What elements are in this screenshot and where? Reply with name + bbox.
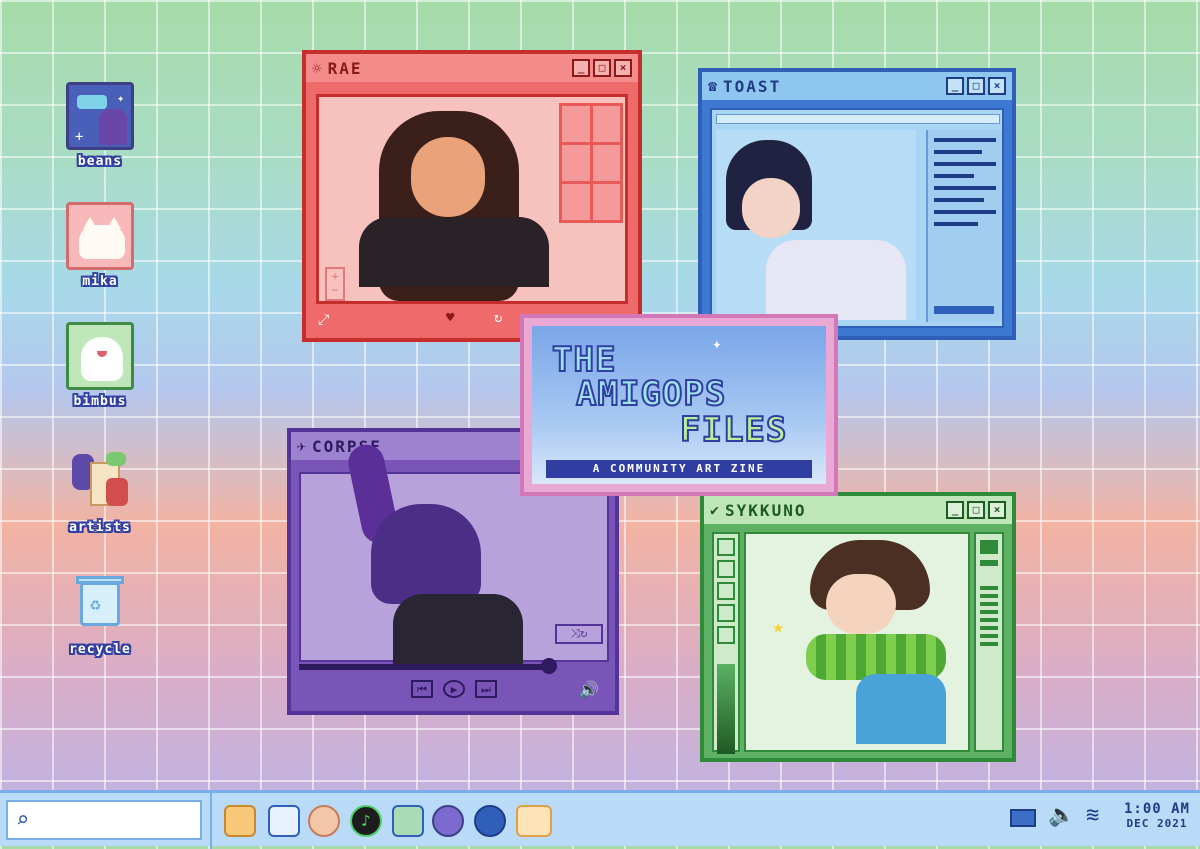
clock[interactable]: 1:00 AM DEC 2021 — [1122, 801, 1192, 830]
desktop-icon-beans[interactable]: ✦ + beans — [52, 82, 148, 169]
desktop-icon-label: artists — [69, 520, 131, 535]
taskbar-divider — [210, 793, 212, 849]
chat-list-icon[interactable] — [268, 805, 300, 837]
clock-date: DEC 2021 — [1126, 817, 1188, 830]
desktop-icon-artists[interactable]: artists — [52, 448, 148, 535]
window-title: RAE — [327, 58, 363, 78]
desktop-icon-bimbus[interactable]: bimbus — [52, 322, 148, 409]
window-toast[interactable]: ☎ TOAST _ □ × — [698, 68, 1016, 340]
progress-bar[interactable] — [299, 664, 551, 670]
layers-panel[interactable] — [974, 532, 1004, 752]
paint-palette-icon[interactable] — [308, 805, 340, 837]
character-sweater — [856, 674, 946, 744]
side-list[interactable] — [926, 130, 1002, 322]
phone-icon: ☎ — [708, 77, 718, 95]
refresh-icon[interactable]: ↻ — [494, 310, 502, 326]
wifi-icon[interactable]: ≋ — [1086, 803, 1099, 828]
player-controls: ⏮ ▶ ⏭ — [411, 680, 497, 698]
zine-title-line2: AMIGOPS — [575, 373, 727, 415]
previous-icon[interactable]: ⏮ — [411, 680, 433, 698]
desktop-icon-label: mika — [82, 274, 118, 289]
zine-sky-panel: THE AMIGOPS FILES ✦ A COMMUNITY ART ZINE — [532, 326, 826, 484]
white-cat-icon — [66, 202, 134, 270]
character-face — [742, 178, 800, 238]
image-viewer-icon[interactable] — [392, 805, 424, 837]
close-button[interactable]: × — [988, 501, 1006, 519]
battery-icon[interactable] — [1010, 809, 1036, 827]
beans-bunny-icon: ✦ + — [66, 82, 134, 150]
notes-icon[interactable] — [516, 805, 552, 837]
canvas-area: + − — [316, 94, 628, 304]
minimize-button[interactable]: _ — [946, 501, 964, 519]
shuffle-repeat-icon[interactable]: ⤨↻ — [555, 624, 603, 644]
volume-icon[interactable]: 🔊 — [579, 680, 599, 699]
video-area: ⤨↻ — [299, 441, 609, 664]
play-icon[interactable]: ▶ — [443, 680, 465, 698]
close-button[interactable]: × — [614, 59, 632, 77]
expand-icon[interactable]: ⤢ — [318, 312, 329, 328]
shooting-star-icon: ✦ — [712, 334, 722, 353]
star-icon: ★ — [772, 614, 785, 638]
zine-title-line3: FILES — [679, 409, 788, 451]
volume-icon[interactable]: 🔈 — [1048, 803, 1075, 828]
minimize-button[interactable]: _ — [946, 77, 964, 95]
clock-time: 1:00 AM — [1123, 801, 1190, 817]
window-title: SYKKUNO — [725, 500, 807, 520]
progress-handle[interactable] — [541, 658, 557, 674]
drawing-canvas: ★ — [744, 532, 970, 752]
tool-palette[interactable] — [712, 532, 740, 754]
bimbus-bird-icon — [66, 322, 134, 390]
sun-icon: ☼ — [312, 58, 322, 78]
zoom-control[interactable]: + − — [325, 267, 345, 301]
title-bar[interactable]: ☼ RAE _ □ × — [306, 54, 638, 82]
desktop-icon-recycle[interactable]: ♻ recycle — [52, 570, 148, 657]
search-icon: ⌕ — [16, 808, 30, 833]
folder-icon[interactable] — [224, 805, 256, 837]
window-rae[interactable]: ☼ RAE _ □ × + − ⤢ ♥ ↻ — [302, 50, 642, 342]
next-icon[interactable]: ⏭ — [475, 680, 497, 698]
messenger-icon[interactable] — [432, 805, 464, 837]
music-icon[interactable]: ♪ — [350, 805, 382, 837]
character-hoodie — [359, 217, 549, 287]
character-jacket — [766, 240, 906, 320]
game-controller-icon[interactable] — [474, 805, 506, 837]
taskbar: ⌕ ♪ 🔈 ≋ 1:00 AM DEC 2021 — [0, 790, 1200, 849]
content-pane — [716, 130, 916, 320]
sticker-grid[interactable] — [559, 103, 623, 223]
minimize-button[interactable]: _ — [572, 59, 590, 77]
search-box[interactable]: ⌕ — [6, 800, 202, 840]
character-mask — [371, 504, 481, 604]
heart-icon[interactable]: ♥ — [446, 310, 454, 326]
browser-area — [710, 108, 1004, 328]
check-icon: ✔ — [710, 501, 720, 519]
window-sykkuno[interactable]: ✔ SYKKUNO _ □ × ★ — [700, 492, 1016, 762]
desktop-icon-mika[interactable]: mika — [52, 202, 148, 289]
artists-folder-icon — [66, 448, 134, 516]
search-input[interactable] — [48, 808, 192, 834]
character-hoodie — [393, 594, 523, 664]
close-button[interactable]: × — [988, 77, 1006, 95]
desktop-icon-label: bimbus — [73, 394, 127, 409]
window-title: TOAST — [723, 76, 782, 96]
character-face — [826, 574, 896, 634]
maximize-button[interactable]: □ — [967, 501, 985, 519]
title-bar[interactable]: ☎ TOAST _ □ × — [702, 72, 1012, 100]
maximize-button[interactable]: □ — [967, 77, 985, 95]
title-bar[interactable]: ✔ SYKKUNO _ □ × — [704, 496, 1012, 524]
zine-title-card: THE AMIGOPS FILES ✦ A COMMUNITY ART ZINE — [520, 314, 838, 496]
address-bar[interactable] — [716, 114, 1000, 124]
zine-subtitle: A COMMUNITY ART ZINE — [546, 460, 812, 478]
desktop-icon-label: beans — [77, 154, 123, 169]
recycle-bin-icon: ♻ — [66, 570, 134, 638]
crow-icon: ✈ — [297, 437, 307, 455]
maximize-button[interactable]: □ — [593, 59, 611, 77]
character-face — [411, 137, 485, 217]
desktop-icon-label: recycle — [69, 642, 131, 657]
